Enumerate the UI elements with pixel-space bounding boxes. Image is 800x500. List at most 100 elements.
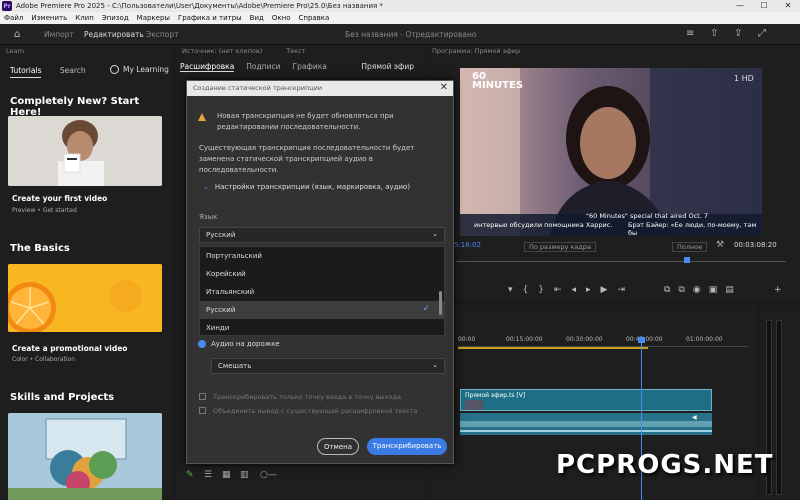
- cancel-button[interactable]: Отмена: [317, 438, 359, 455]
- window-title: Adobe Premiere Pro 2025 - C:\Пользовател…: [16, 2, 383, 10]
- card-subtitle: Color • Collaboration: [12, 356, 76, 363]
- share-icon[interactable]: ⇪: [734, 28, 742, 39]
- warning-text: Новая транскрипция не будет обновляться …: [217, 112, 394, 131]
- timecode-right: 00:03:08:20: [734, 241, 777, 249]
- transcribe-button[interactable]: Транскрибировать: [367, 438, 447, 455]
- home-icon[interactable]: ⌂: [14, 29, 20, 40]
- tab-transcript[interactable]: Расшифровка: [180, 62, 235, 72]
- tab-edit[interactable]: Редактировать: [84, 30, 144, 39]
- section-heading: Completely New? Start Here!: [10, 96, 140, 118]
- learn-panel: Learn Tutorials Search My Learning Compl…: [0, 46, 172, 500]
- timeline-tick: 00:15:00:00: [506, 336, 543, 343]
- create-transcript-dialog: Создание статической транскрипции ✕ Нова…: [186, 80, 454, 464]
- camera-icon[interactable]: ⧉⧉◉▣▤: [664, 285, 742, 295]
- channel-badge: 1 HD: [734, 74, 754, 83]
- caption-ru-1: интервью обсудили помощника Харрис.: [474, 221, 613, 229]
- watermark: PCPROGS.NET: [556, 450, 774, 480]
- fullscreen-icon[interactable]: ⤢: [758, 28, 766, 39]
- language-option[interactable]: Итальянский: [200, 283, 444, 301]
- tab-graphics[interactable]: Графика: [293, 62, 327, 72]
- premiere-logo-icon: Pr: [2, 1, 12, 11]
- menu-bar: Файл Изменить Клип Эпизод Маркеры График…: [0, 12, 800, 24]
- fit-select[interactable]: По размеру кадра: [524, 242, 596, 252]
- program-ruler[interactable]: [456, 261, 786, 262]
- lightbulb-icon: [110, 65, 119, 74]
- close-icon[interactable]: ✕: [776, 0, 800, 12]
- tab-import[interactable]: Импорт: [44, 30, 74, 39]
- language-option[interactable]: Португальский: [200, 247, 444, 265]
- dropdown-scrollbar[interactable]: [439, 291, 442, 315]
- storyboard-icon[interactable]: ▥: [240, 470, 249, 480]
- my-learning-link[interactable]: My Learning: [110, 65, 169, 74]
- zoom-slider[interactable]: ○—: [260, 470, 277, 480]
- tab-tutorials[interactable]: Tutorials: [10, 66, 42, 78]
- tutorial-thumbnail[interactable]: [8, 264, 162, 332]
- program-playhead[interactable]: [684, 257, 690, 263]
- audio-icon: ◀: [692, 414, 697, 421]
- menu-markers[interactable]: Маркеры: [137, 14, 170, 22]
- settings-expander[interactable]: ⌄ Настройки транскрипции (язык, маркировк…: [203, 183, 410, 191]
- menu-edit[interactable]: Изменить: [31, 14, 67, 22]
- checkmark-icon: ✓: [422, 304, 430, 314]
- card-title[interactable]: Create a promotional video: [12, 344, 127, 353]
- caption-en: "60 Minutes" special that aired Oct. 7: [586, 212, 708, 220]
- language-dropdown: Португальский Корейский Итальянский Русс…: [199, 246, 445, 336]
- work-area-bar[interactable]: [458, 347, 648, 349]
- list-icon[interactable]: ☰: [204, 470, 212, 480]
- program-header[interactable]: Программа: Прямой эфир: [432, 47, 520, 55]
- video-frame: 60 MINUTES 1 HD "60 Minutes" special tha…: [460, 68, 762, 236]
- timecode-left[interactable]: 5:16:02: [454, 241, 481, 249]
- channel-logo: 60 MINUTES: [472, 71, 524, 91]
- mix-select[interactable]: Смешать ⌄: [211, 358, 445, 374]
- resolution-select[interactable]: Полное: [672, 242, 708, 252]
- tutorial-thumbnail[interactable]: [8, 413, 162, 500]
- add-button-icon[interactable]: +: [774, 285, 782, 295]
- title-bar: Pr Adobe Premiere Pro 2025 - C:\Пользова…: [0, 0, 800, 12]
- menu-sequence[interactable]: Эпизод: [102, 14, 129, 22]
- language-select[interactable]: Русский ⌄: [199, 227, 445, 243]
- transport-controls[interactable]: ▾{}⇤◂▸▶⇥: [508, 285, 635, 295]
- grid-icon[interactable]: ▦: [222, 470, 231, 480]
- tab-search[interactable]: Search: [60, 66, 86, 75]
- close-icon[interactable]: ✕: [440, 82, 448, 93]
- in-out-checkbox[interactable]: [199, 393, 206, 400]
- info-text: Существующая транскрипция последовательн…: [199, 144, 415, 174]
- language-option[interactable]: Хинди: [200, 319, 444, 335]
- tab-export[interactable]: Экспорт: [146, 30, 179, 39]
- wrench-icon[interactable]: ⚒: [716, 240, 724, 250]
- playhead-handle[interactable]: [638, 337, 645, 343]
- timeline-tick: 00:00: [458, 336, 476, 343]
- merge-label: Объединить вывод с существующей расшифро…: [213, 407, 418, 415]
- card-subtitle: Preview • Get started: [12, 207, 77, 214]
- minimize-icon[interactable]: —: [728, 0, 752, 12]
- dialog-title: Создание статической транскрипции: [187, 81, 453, 96]
- menu-graphics[interactable]: Графика и титры: [178, 14, 242, 22]
- menu-view[interactable]: Вид: [250, 14, 264, 22]
- merge-checkbox[interactable]: [199, 407, 206, 414]
- chevron-down-icon: ⌄: [203, 183, 209, 191]
- menu-clip[interactable]: Клип: [75, 14, 94, 22]
- card-title[interactable]: Create your first video: [12, 194, 107, 203]
- text-header[interactable]: Текст: [286, 47, 305, 55]
- tutorial-thumbnail[interactable]: [8, 116, 162, 186]
- menu-help[interactable]: Справка: [298, 14, 329, 22]
- menu-file[interactable]: Файл: [4, 14, 23, 22]
- project-name: Без названия - Отредактировано: [345, 30, 477, 39]
- source-header[interactable]: Источник: (нет клипов): [182, 47, 262, 55]
- workspaces-icon[interactable]: ≡: [686, 28, 694, 39]
- tools-bar: ✎ ☰ ▦ ▥ ○—: [176, 460, 426, 500]
- maximize-icon[interactable]: ☐: [752, 0, 776, 12]
- menu-window[interactable]: Окно: [272, 14, 291, 22]
- timeline-tick: 00:30:00:00: [566, 336, 603, 343]
- audio-track-radio[interactable]: [198, 340, 206, 348]
- sequence-name: Прямой эфир: [361, 62, 414, 71]
- quick-export-icon[interactable]: ⇧: [710, 28, 718, 39]
- video-clip[interactable]: Прямой эфир.ts [V]: [460, 389, 712, 411]
- tab-captions[interactable]: Подписи: [246, 62, 280, 72]
- language-option-selected[interactable]: Русский ✓: [200, 301, 444, 319]
- language-option[interactable]: Корейский: [200, 265, 444, 283]
- in-out-label: Транскрибировать только точку входа в то…: [213, 393, 401, 401]
- caption-ru-2: Брэт Бэйер: «Ее люди, по-моему, там бы: [628, 221, 757, 236]
- audio-clip[interactable]: [460, 413, 712, 435]
- pen-icon[interactable]: ✎: [186, 470, 194, 480]
